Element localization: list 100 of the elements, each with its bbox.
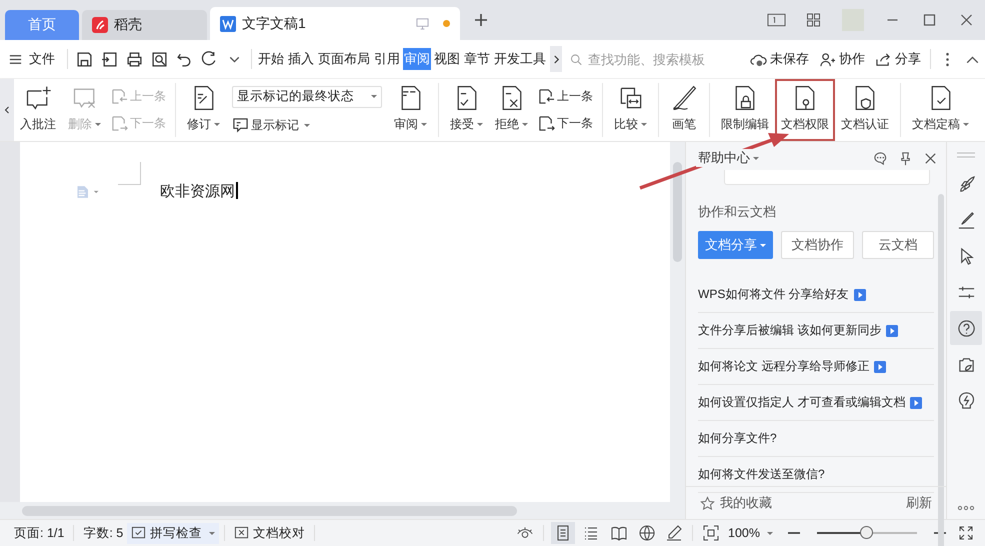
toolbar-action-button[interactable]: 分享 [875,50,921,68]
ribbon-tab[interactable]: 开发工具 [493,48,547,70]
more-icon[interactable] [956,505,976,511]
ribbon-tab[interactable]: 页面布局 [317,48,371,70]
fit-page-icon[interactable] [703,525,720,541]
zoom-level-dropdown[interactable]: 100% [724,524,777,542]
ribbon-button[interactable]: 审阅 [388,79,433,141]
pin-icon[interactable] [898,150,913,166]
help-article-link[interactable]: WPS如何将文件 分享给好友 [698,286,849,303]
ribbon-button[interactable]: 修订 [181,79,226,141]
outline-view-icon [583,525,600,541]
favorites-button[interactable]: 我的收藏 [700,494,772,512]
ribbon-tab[interactable]: 审阅 [403,48,431,70]
file-menu-button[interactable]: 文件 [8,50,55,68]
print-icon[interactable] [126,50,143,68]
help-article-row[interactable]: 如何将论文 远程分享给导师修正 [698,349,934,385]
ribbon-tab[interactable]: 引用 [373,48,401,70]
help-category-button[interactable]: 文档分享 [698,231,773,259]
document-tab[interactable]: 稻壳 [82,10,207,40]
video-play-icon [910,396,922,408]
video-play-icon [886,324,898,336]
refresh-button[interactable]: 刷新 [906,494,932,512]
zoom-slider-thumb[interactable] [860,526,873,539]
chevron-left-icon [4,105,10,115]
help-article-link[interactable]: 如何分享文件? [698,430,777,447]
previous-change-icon [111,88,128,105]
view-mode-button[interactable] [551,522,576,544]
toolbar-action-button[interactable]: 未保存 [750,50,809,68]
ribbon-button[interactable]: 文档权限 [775,79,835,141]
ribbon-tab[interactable]: 视图 [433,48,461,70]
ribbon-small-button[interactable]: 下一条 [538,115,593,132]
search-icon [570,52,582,66]
panel-title[interactable]: 帮助中心 [696,149,761,167]
help-article-row[interactable]: 如何分享文件? [698,421,934,457]
help-article-row[interactable]: 文件分享后被编辑 该如何更新同步 [698,313,934,349]
next-change-icon [538,115,555,132]
markup-icon [232,117,249,134]
word-count[interactable]: 字数: 5 [83,524,124,542]
more-tabs-button[interactable] [550,46,562,72]
markup-display-select[interactable]: 显示标记的最终状态 [232,86,382,108]
ribbon-button[interactable]: 文档认证 [835,79,895,141]
help-article-row[interactable]: 如何设置仅指定人 才可查看或编辑文档 [698,385,934,421]
chat-icon[interactable] [873,150,888,166]
section-heading: 协作和云文档 [698,203,777,221]
ribbon-tab[interactable]: 章节 [463,48,491,70]
vertical-scrollbar[interactable] [670,142,685,502]
pen-icon [956,210,976,230]
search-field[interactable]: 查找功能、搜索模板 [570,50,710,68]
ribbon-button[interactable]: 拒绝 [489,79,534,141]
help-article-link[interactable]: 如何将论文 远程分享给导师修正 [698,358,870,375]
help-article-link[interactable]: 如何设置仅指定人 才可查看或编辑文档 [698,394,906,411]
ribbon-tab[interactable]: 插入 [287,48,315,70]
spell-check-button[interactable]: 拼写检查 [127,522,220,544]
horizontal-scrollbar[interactable] [0,502,685,519]
fullscreen-icon[interactable] [958,525,974,541]
save-icon[interactable] [76,50,93,68]
share-icon [875,52,892,66]
tab-label: 首页 [28,16,56,34]
document-tab[interactable]: 文字文稿1 [210,7,460,40]
redo-icon[interactable] [201,50,218,68]
ribbon-button[interactable]: 文档定稿 [906,79,975,141]
ribbon-button[interactable]: 比较 [608,79,653,141]
ribbon-tab[interactable]: 开始 [257,48,285,70]
new-tab-icon[interactable] [473,12,489,28]
drag-handle-icon[interactable] [956,152,976,158]
ribbon-button[interactable]: 入批注 [14,79,62,141]
page-count[interactable]: 页面: 1/1 [14,524,64,542]
ribbon-small-button[interactable]: 显示标记 [232,117,382,134]
page-view-icon [555,525,572,541]
ribbon-button[interactable]: 限制编辑 [715,79,775,141]
print-preview-icon[interactable] [151,50,168,68]
ribbon-button[interactable]: 画笔 [664,79,704,141]
lightning-bulb-icon [956,390,976,410]
close-icon[interactable] [923,150,938,166]
paragraph-icon [75,185,101,199]
panel-scrollbar-thumb[interactable] [938,194,944,546]
document-text[interactable]: 欧非资源网 [160,182,235,201]
video-play-icon [874,360,886,372]
help-article-link[interactable]: 文件分享后被编辑 该如何更新同步 [698,322,882,339]
grid-icon[interactable] [804,12,823,28]
ribbon-button[interactable]: 接受 [444,79,489,141]
help-article-row[interactable]: WPS如何将文件 分享给好友 [698,277,934,313]
pen-icon[interactable] [666,525,682,541]
tab-label: 文字文稿1 [242,14,307,32]
side-tool-button[interactable] [950,311,982,345]
eye-icon[interactable] [517,525,534,541]
writer-logo-icon [220,16,236,32]
help-article-row[interactable]: 如何将文件发送至微信? [698,457,934,493]
help-category-button[interactable]: 文档协作 [781,231,854,259]
page-count-icon[interactable] [767,12,786,28]
help-article-link[interactable]: 如何将文件发送至微信? [698,466,825,483]
chevron-right-icon [552,54,560,64]
margin-corner-mark [118,162,141,185]
export-icon[interactable] [101,50,118,68]
ribbon-small-button[interactable]: 上一条 [538,88,593,105]
proofread-button[interactable]: 文档校对 [230,522,310,544]
toolbar-action-button[interactable]: 协作 [819,50,865,68]
help-search-field[interactable] [724,170,930,185]
help-category-button[interactable]: 云文档 [862,231,934,259]
reading-view-icon [611,525,628,541]
